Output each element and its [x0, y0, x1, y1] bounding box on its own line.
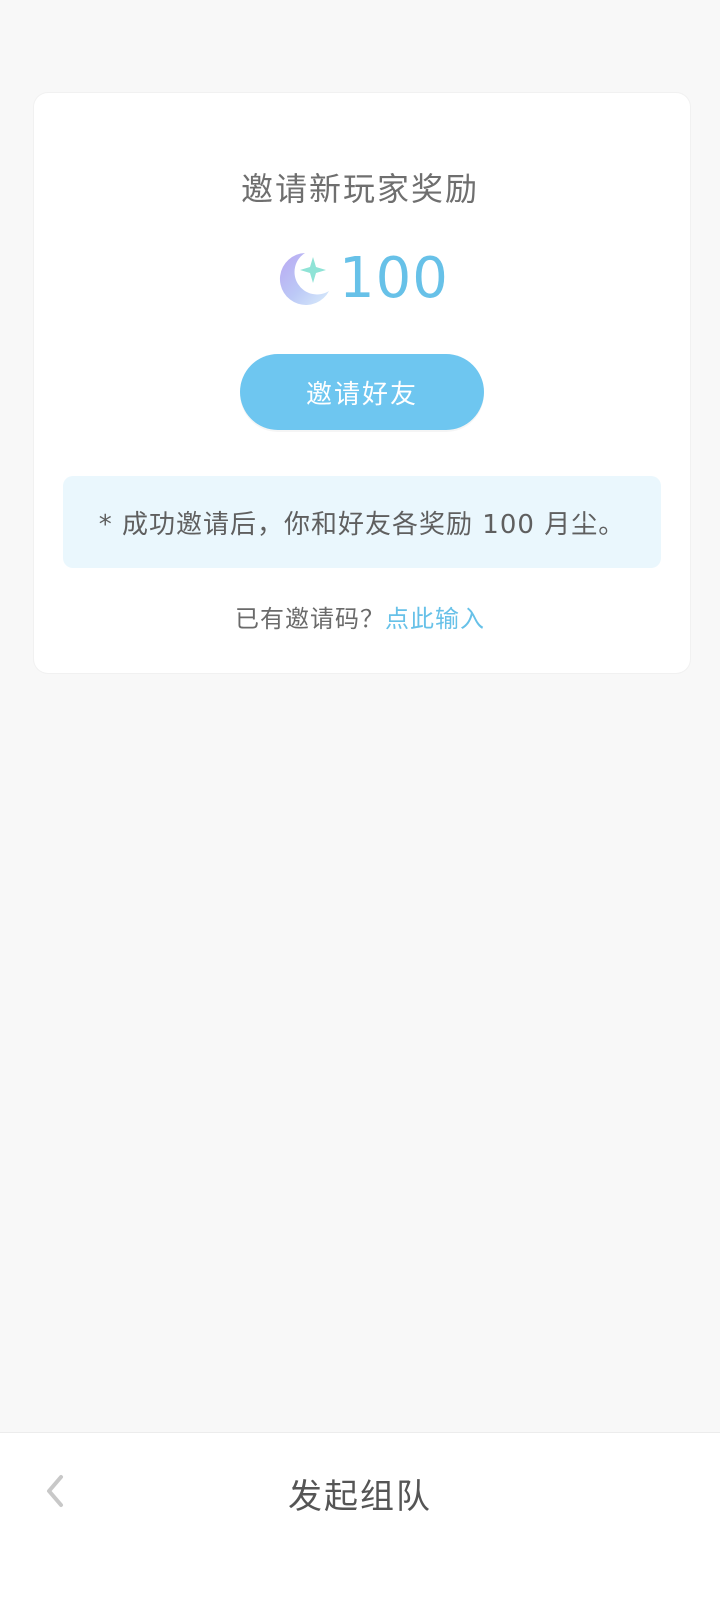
reward-row: 100: [0, 247, 720, 311]
reward-amount: 100: [339, 246, 449, 311]
reward-note: * 成功邀请后，你和好友各奖励 100 月尘。: [63, 476, 661, 568]
enter-code-link[interactable]: 点此输入: [385, 605, 485, 633]
card-title: 邀请新玩家奖励: [240, 170, 479, 208]
moon-star-icon: [271, 247, 335, 311]
invite-code-prompt: 已有邀请码？: [235, 605, 385, 633]
bottom-bar: 发起组队: [0, 1432, 720, 1601]
invite-friends-button[interactable]: 邀请好友: [240, 354, 484, 430]
bar-title: 发起组队: [288, 1476, 432, 1517]
invite-code-line: 已有邀请码？点此输入: [0, 599, 720, 634]
reward-note-text: * 成功邀请后，你和好友各奖励 100 月尘。: [98, 509, 626, 540]
